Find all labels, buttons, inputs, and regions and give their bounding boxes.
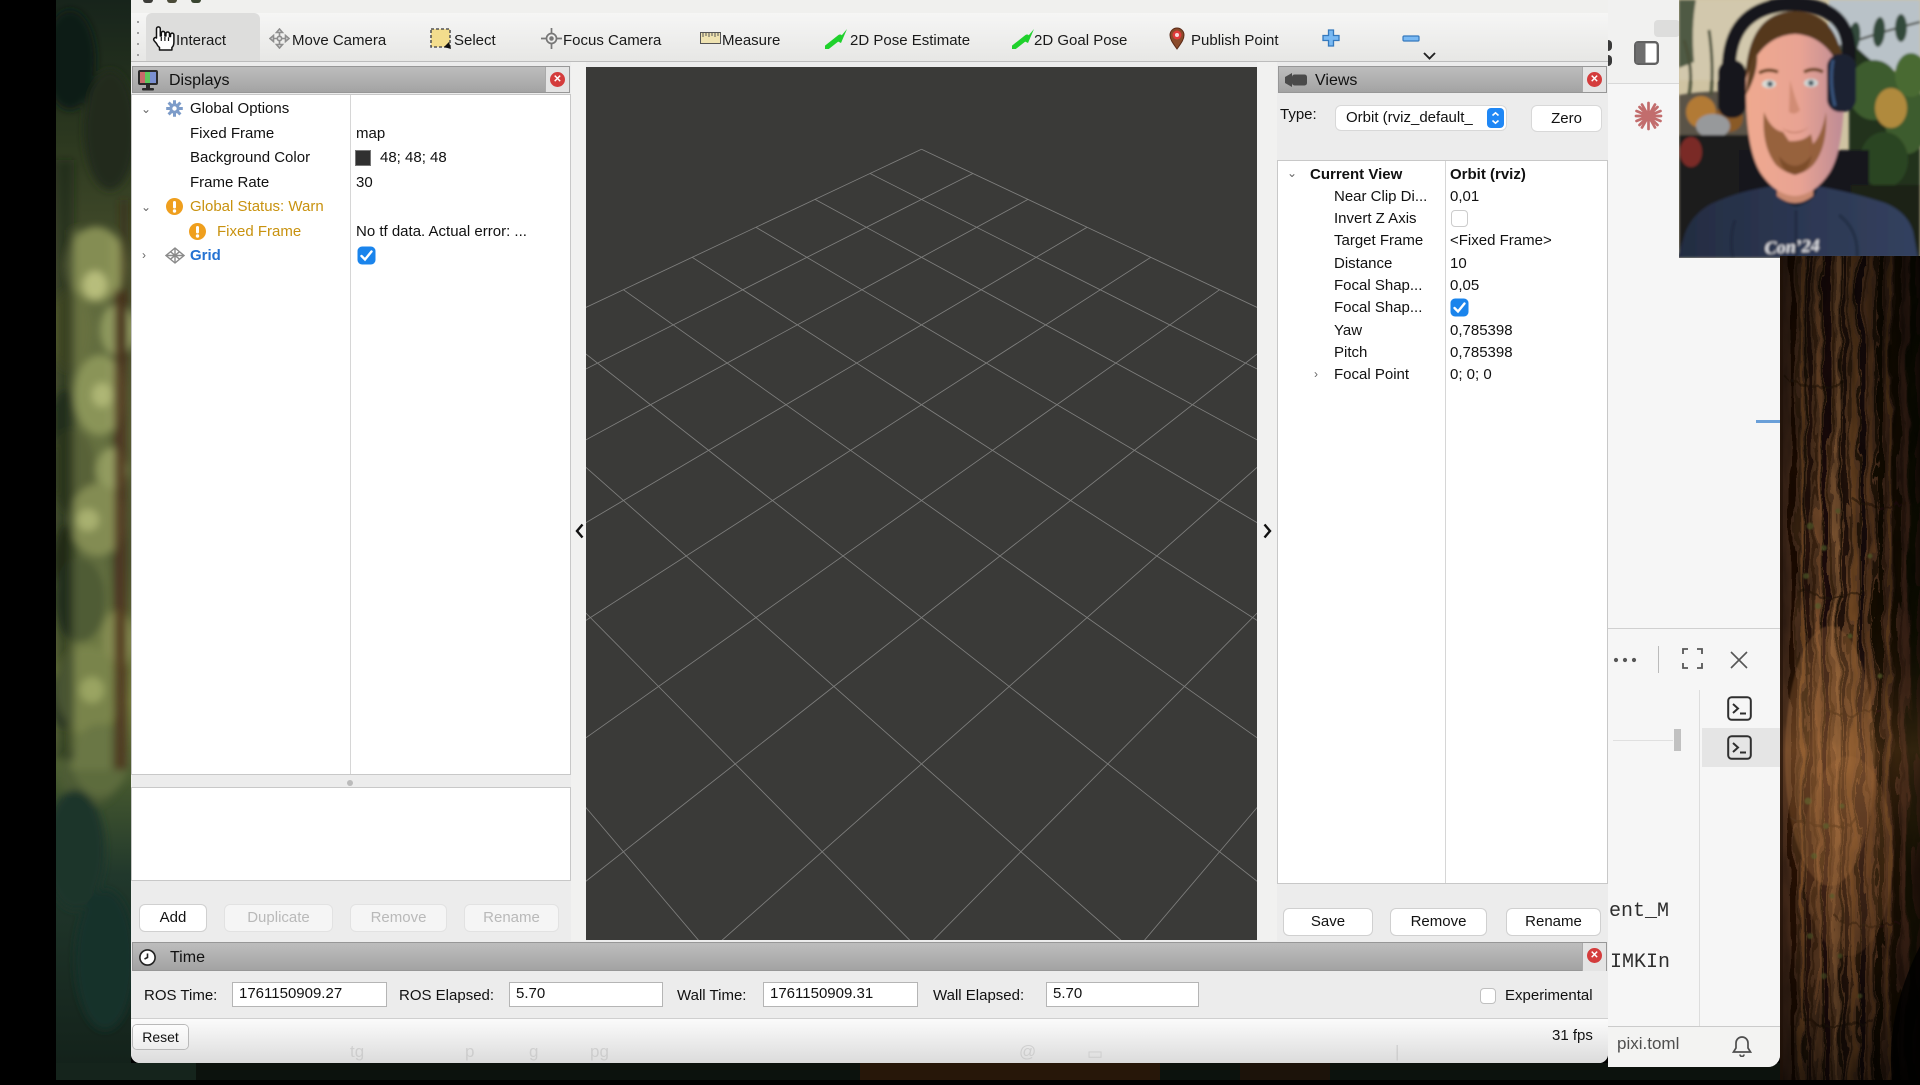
svg-text:Con’24: Con’24 [1764,235,1820,258]
